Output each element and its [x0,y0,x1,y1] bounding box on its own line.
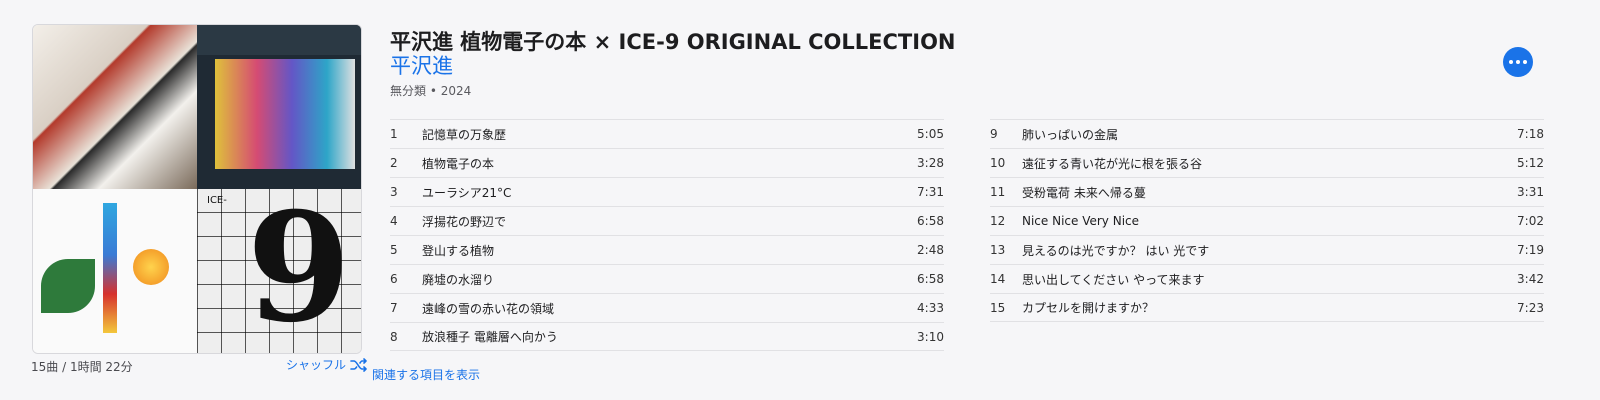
track-number: 9 [990,127,998,141]
track-row[interactable]: 6 廃墟の水溜り 6:58 [390,264,944,293]
track-duration: 3:28 [917,156,944,170]
track-duration: 5:12 [1517,156,1544,170]
track-row[interactable]: 8 放浪種子 電離層へ向かう 3:10 [390,322,944,351]
track-list-left: 1 記憶草の万象歴 5:05 2 植物電子の本 3:28 3 ユーラシア21°C 7:31 … [390,119,944,351]
artwork-guitars [33,25,197,189]
track-number: 3 [390,185,398,199]
track-duration: 7:18 [1517,127,1544,141]
track-row[interactable]: 11 受粉電荷 未来へ帰る蔓 3:31 [990,177,1544,206]
artwork-ice9: ICE- 9 [197,189,361,353]
track-row[interactable]: 2 植物電子の本 3:28 [390,148,944,177]
track-title: 登山する植物 [422,243,495,258]
track-row[interactable]: 7 遠峰の雪の赤い花の領域 4:33 [390,293,944,322]
shuffle-label: シャッフル [286,358,347,372]
track-number: 13 [990,243,1006,257]
track-number: 2 [390,156,398,170]
artist-link[interactable]: 平沢進 [390,50,453,80]
track-duration: 7:31 [917,185,944,199]
album-artwork[interactable]: ICE- 9 [32,24,362,354]
track-row[interactable]: 3 ユーラシア21°C 7:31 [390,177,944,206]
track-duration: 3:42 [1517,272,1544,286]
track-number: 11 [990,185,1006,199]
track-number: 6 [390,272,398,286]
track-duration: 5:05 [917,127,944,141]
album-title: 平沢進 植物電子の本 × ICE-9 ORIGINAL COLLECTION [390,30,956,54]
track-title: ユーラシア21°C [422,185,512,200]
track-duration: 4:33 [917,301,944,315]
track-title: 遠征する青い花が光に根を張る谷 [1022,156,1203,171]
track-duration: 3:31 [1517,185,1544,199]
track-duration: 7:19 [1517,243,1544,257]
artwork-book-cover [197,25,361,189]
track-row[interactable]: 12 Nice Nice Very Nice 7:02 [990,206,1544,235]
track-title: 記憶草の万象歴 [422,127,507,142]
track-row[interactable]: 5 登山する植物 2:48 [390,235,944,264]
track-title: 植物電子の本 [422,156,495,171]
track-row[interactable]: 13 見えるのは光ですか？ はい 光です 7:19 [990,235,1544,264]
track-duration: 6:58 [917,272,944,286]
track-title: 肺いっぱいの金属 [1022,127,1119,142]
related-link[interactable]: 関連する項目を表示 [372,366,480,383]
track-number: 14 [990,272,1006,286]
track-number: 7 [390,301,398,315]
track-title: 見えるのは光ですか？ はい 光です [1022,243,1210,258]
track-title: カプセルを開けますか？ [1022,301,1155,315]
more-icon [1509,60,1513,64]
more-button[interactable] [1503,47,1533,77]
track-number: 12 [990,214,1006,228]
artwork-ice9-numeral: 9 [246,180,351,354]
track-duration: 7:02 [1517,214,1544,228]
album-genre-year: 無分類 • 2024 [390,84,472,98]
track-number: 4 [390,214,398,228]
track-title: 思い出してください やって来ます [1022,272,1205,287]
track-row[interactable]: 1 記憶草の万象歴 5:05 [390,119,944,148]
track-row[interactable]: 14 思い出してください やって来ます 3:42 [990,264,1544,293]
track-title: 廃墟の水溜り [422,272,495,287]
track-row[interactable]: 15 カプセルを開けますか？ 7:23 [990,293,1544,322]
track-row[interactable]: 10 遠征する青い花が光に根を張る谷 5:12 [990,148,1544,177]
artwork-ice9-label: ICE- [207,195,227,206]
track-duration: 3:10 [917,329,944,344]
track-number: 15 [990,300,1006,315]
track-title: 浮揚花の野辺で [422,214,507,229]
album-summary: 15曲 / 1時間 22分 [31,360,133,374]
track-row[interactable]: 9 肺いっぱいの金属 7:18 [990,119,1544,148]
track-number: 1 [390,127,398,141]
track-title: 放浪種子 電離層へ向かう [422,330,558,344]
track-number: 5 [390,243,398,257]
shuffle-icon [350,357,367,372]
track-title: 遠峰の雪の赤い花の領域 [422,301,555,316]
track-list-right: 9 肺いっぱいの金属 7:18 10 遠征する青い花が光に根を張る谷 5:12 11 受粉… [990,119,1544,322]
track-row[interactable]: 4 浮揚花の野辺で 6:58 [390,206,944,235]
track-duration: 7:23 [1517,300,1544,315]
track-title: Nice Nice Very Nice [1022,214,1140,228]
shuffle-button[interactable]: シャッフル [286,356,368,373]
track-number: 10 [990,156,1006,170]
track-title: 受粉電荷 未来へ帰る蔓 [1022,185,1146,200]
artwork-plant-electronics [33,189,197,353]
track-duration: 2:48 [917,243,944,257]
track-number: 8 [390,329,398,344]
track-duration: 6:58 [917,214,944,228]
